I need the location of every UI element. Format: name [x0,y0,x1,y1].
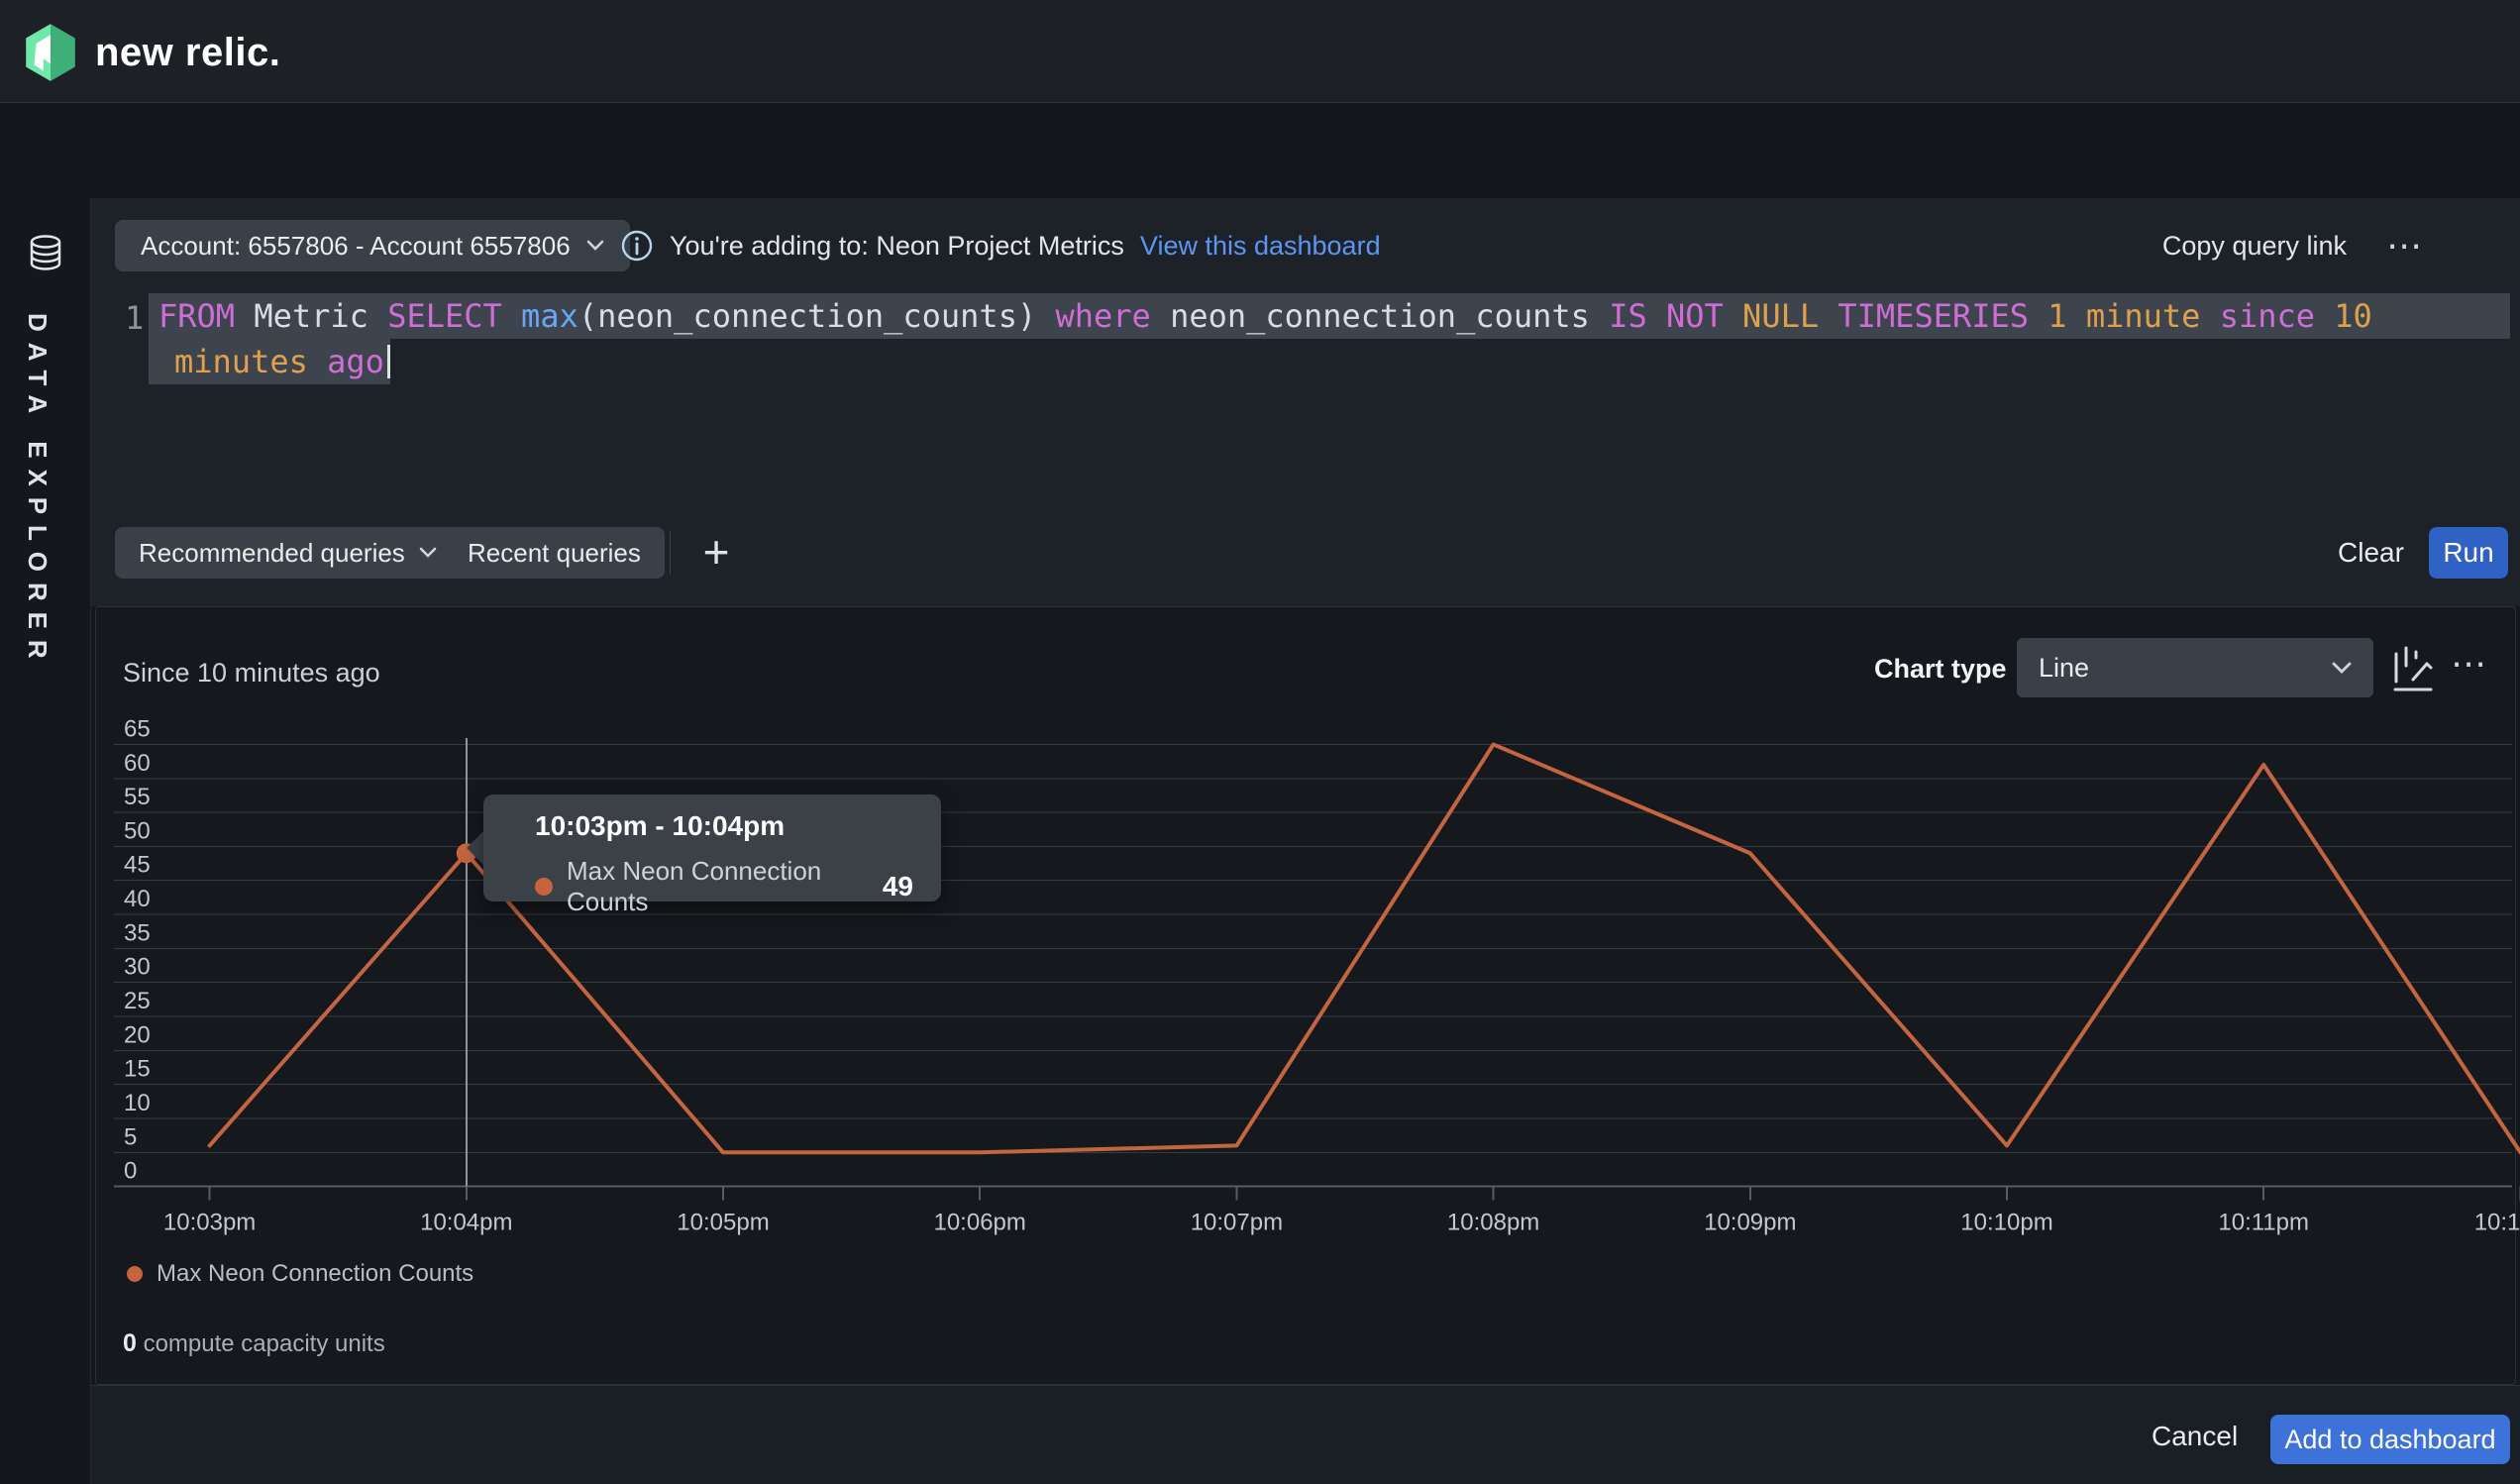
query-token: Metric [254,297,368,335]
new-relic-logo-icon [24,22,77,83]
query-token: 10 [2334,297,2372,335]
x-axis-label: 10:04pm [420,1210,512,1236]
query-token: max [521,297,578,335]
nrql-query-editor[interactable]: FROM Metric SELECT max(neon_connection_c… [149,293,2510,384]
add-to-dashboard-button[interactable]: Add to dashboard [2270,1415,2510,1464]
account-selector[interactable]: Account: 6557806 - Account 6557806 [115,220,630,271]
query-token: where [1055,297,1150,335]
query-line: minutes ago [149,339,390,384]
run-button[interactable]: Run [2429,527,2508,579]
account-selector-value: Account: 6557806 - Account 6557806 [141,231,571,262]
query-token: ago [327,343,384,380]
more-options-icon[interactable]: ⋯ [2386,228,2425,264]
query-token: NOT [1666,297,1724,335]
tooltip-series-row: Max Neon Connection Counts 49 [535,856,913,917]
query-token: IS [1609,297,1647,335]
text-caret [387,345,390,378]
x-axis-label: 10:06pm [933,1210,1025,1236]
brand-name: new relic. [95,31,280,75]
recent-queries-label: Recent queries [468,538,641,569]
query-header-actions: Copy query link ⋯ [2162,220,2425,271]
y-axis-label: 5 [124,1123,137,1150]
cancel-button[interactable]: Cancel [2152,1411,2238,1462]
new-relic-window: new relic. Add a widget × Add a widget [0,0,2520,1484]
y-axis-label: 50 [124,817,151,844]
query-token: TIMESERIES [1838,297,2029,335]
query-token: NULL [1742,297,1819,335]
info-icon [620,229,654,263]
y-axis-label: 45 [124,852,151,879]
query-token: FROM [158,297,235,335]
query-token: neon_connection_counts [1170,297,1590,335]
x-axis-label: 10:11pm [2218,1210,2309,1236]
x-axis-label: 10:12pm [2474,1210,2520,1236]
line-chart[interactable]: 0 5 10 15 20 25 30 35 40 45 50 55 60 65 10:03pm 10:04pm… [91,622,2520,1256]
data-explorer-label: DATA EXPLORER [22,313,52,670]
recommended-queries-label: Recommended queries [139,538,405,569]
y-axis-label: 20 [124,1021,151,1048]
chevron-down-icon [419,547,437,559]
y-axis-label: 0 [124,1158,137,1185]
view-dashboard-link[interactable]: View this dashboard [1140,231,1381,262]
chart-legend[interactable]: Max Neon Connection Counts [127,1260,473,1288]
x-axis-label: 10:08pm [1447,1210,1539,1236]
tab-bar: Add a widget × Add a widget × + [0,103,2520,198]
database-icon [24,234,67,273]
x-axis-label: 10:05pm [677,1210,769,1236]
query-token: minutes [174,343,308,380]
query-token: (neon_connection_counts) [578,297,1036,335]
query-line: FROM Metric SELECT max(neon_connection_c… [149,293,2510,339]
y-axis-label: 65 [124,715,151,742]
y-axis-label: 10 [124,1090,151,1116]
query-line-number: 1 [125,299,144,337]
divider [670,531,671,575]
x-axis-label: 10:09pm [1704,1210,1796,1236]
chart-tooltip: 10:03pm - 10:04pm Max Neon Connection Co… [483,795,941,901]
top-nav: new relic. [0,0,2520,103]
capacity-value: 0 [123,1329,137,1357]
query-token: minute [2086,297,2201,335]
x-axis-label: 10:07pm [1191,1210,1283,1236]
y-axis-label: 60 [124,750,151,777]
series-color-dot [535,878,553,896]
y-axis-label: 40 [124,886,151,912]
tooltip-series-value: 49 [883,871,913,902]
y-axis-label: 30 [124,954,151,981]
recent-queries-button[interactable]: Recent queries [444,527,665,579]
tooltip-time-range: 10:03pm - 10:04pm [535,810,785,842]
x-axis-label: 10:10pm [1960,1210,2052,1236]
y-axis-label: 15 [124,1056,151,1083]
x-axis-label: 10:03pm [163,1210,256,1236]
data-explorer-button[interactable] [24,234,67,273]
copy-query-link-button[interactable]: Copy query link [2162,231,2347,262]
adding-to-row: You're adding to: Neon Project Metrics V… [620,220,1381,271]
clear-button[interactable]: Clear [2338,527,2404,579]
y-axis-label: 25 [124,988,151,1014]
capacity-text: compute capacity units [144,1330,385,1357]
legend-series-name: Max Neon Connection Counts [157,1260,473,1288]
chevron-down-icon [586,240,604,252]
capacity-footnote: 0 compute capacity units [123,1329,385,1358]
y-axis-label: 35 [124,919,151,946]
tooltip-series-name: Max Neon Connection Counts [567,856,869,917]
query-token: 1 [2048,297,2066,335]
y-axis-label: 55 [124,784,151,810]
new-relic-logo[interactable]: new relic. [24,22,280,83]
recommended-queries-button[interactable]: Recommended queries [115,527,461,579]
add-query-button[interactable]: + [693,529,739,575]
adding-to-text: You're adding to: Neon Project Metrics [670,231,1124,262]
query-token: since [2220,297,2315,335]
legend-color-dot [127,1266,143,1282]
query-token: SELECT [387,297,502,335]
plus-icon: + [703,525,730,579]
